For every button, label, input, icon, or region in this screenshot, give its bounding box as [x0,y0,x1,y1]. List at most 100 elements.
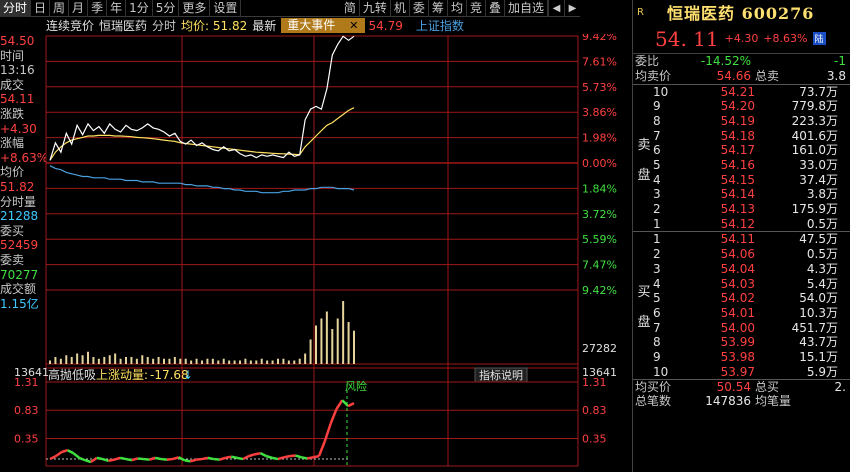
buy-row[interactable]: 9 53.98 15.1万 [633,350,850,365]
weibi-row: 委比 -14.52% -1 [633,54,850,69]
volume-bar [163,358,165,364]
y-tick-label: 5.59% [582,233,617,246]
book-price: 54.12 [720,216,755,231]
period-tab[interactable]: 周 [50,0,70,17]
period-tab[interactable]: 设置 [210,0,242,17]
period-tab[interactable]: 月 [69,0,89,17]
info-panel-item: 分时量 [0,194,37,209]
period-tab[interactable]: 日 [31,0,51,17]
tool-tab[interactable]: 筹 [429,0,448,17]
tool-tab[interactable]: 机 [391,0,410,17]
book-price: 54.13 [720,202,755,217]
volume-bar [201,360,203,364]
close-icon[interactable]: ✕ [349,18,358,33]
volume-bar [108,355,111,364]
sell-row[interactable]: 1 54.12 0.5万 [633,217,850,232]
indicator-line-segment [335,399,344,410]
stock-title: 恒瑞医药 600276 [667,4,815,23]
sell-row[interactable]: 4 54.15 37.4万 [633,173,850,188]
period-tab[interactable]: 分时 [0,0,32,17]
buy-row[interactable]: 2 54.06 0.5万 [633,247,850,262]
volume-bar [304,353,307,364]
indicator-line-segment [277,456,285,461]
sell-row[interactable]: 6 54.17 161.0万 [633,143,850,158]
volume-bar [76,353,79,364]
next-arrow-icon[interactable]: ▶ [564,0,580,17]
buy-row[interactable]: 7 54.00 451.7万 [633,321,850,336]
tool-tab[interactable]: 九转 [360,0,391,17]
index-overlay-label[interactable]: 上证指数 [416,17,464,34]
current-price: 54. 11 [655,26,719,51]
indicator-line-segment [230,455,238,460]
indicator-line-segment [149,456,156,461]
info-panel-item: 委卖 [0,252,25,267]
tool-tab[interactable]: 竞 [467,0,486,17]
buy-row[interactable]: 8 53.99 43.7万 [633,335,850,350]
book-level: 1 [653,216,661,231]
period-tab[interactable]: 1分 [126,0,153,17]
period-tab[interactable]: 季 [88,0,108,17]
prev-arrow-icon[interactable]: ◀ [548,0,564,17]
volume-bar [271,360,274,364]
book-price: 53.98 [720,349,755,364]
book-volume: 47.5万 [799,232,838,247]
indicator-line-segment [207,456,214,461]
book-volume: 15.1万 [799,349,838,364]
y-tick-label: 1.84% [582,182,617,195]
volume-bar [49,360,51,364]
sell-row[interactable]: 5 54.16 33.0万 [633,158,850,173]
info-panel-item: 70277 [0,267,39,282]
indicator-line-segment [201,456,209,461]
period-tab[interactable]: 更多 [179,0,211,17]
buy-row[interactable]: 3 54.04 4.3万 [633,262,850,277]
buy-row[interactable]: 6 54.01 10.3万 [633,306,850,321]
tool-tab[interactable]: 简 [341,0,360,17]
volume-tick-label: 27282 [582,342,617,355]
info-panel-item: +4.30 [0,121,37,136]
sell-row[interactable]: 2 54.13 175.9万 [633,202,850,217]
volume-bar [97,358,100,364]
period-tab[interactable]: 5分 [153,0,180,17]
volume-bar [239,360,241,364]
sell-row[interactable]: 3 54.14 3.8万 [633,187,850,202]
book-volume: 401.6万 [791,128,838,143]
info-panel-item: 时间 [0,48,25,63]
book-price: 54.06 [720,247,755,262]
volume-bar [309,339,312,364]
book-volume: 0.5万 [806,247,838,262]
total-buy-value: 2. [834,380,846,395]
sell-row[interactable]: 10 54.21 73.7万 [633,85,850,100]
buy-row[interactable]: 1 54.11 47.5万 [633,232,850,247]
book-price: 54.14 [720,187,755,202]
sell-row[interactable]: 9 54.20 779.8万 [633,99,850,114]
period-tab[interactable]: 年 [107,0,127,17]
indicator-line-segment [283,454,290,459]
risk-label: 风险 [345,379,367,393]
volume-bar [217,360,220,364]
sell-row[interactable]: 8 54.19 223.3万 [633,114,850,129]
buy-row[interactable]: 5 54.02 54.0万 [633,291,850,306]
indicator-line-segment [289,454,296,458]
sell-row[interactable]: 7 54.18 401.6万 [633,129,850,144]
book-volume: 161.0万 [791,143,838,158]
connect-tag: 陆 [812,32,826,45]
volume-bar [54,357,57,364]
tool-tab[interactable]: 均 [448,0,467,17]
indicator-line-segment [259,452,267,458]
volume-bar [206,358,209,364]
intraday-chart[interactable]: 9.42% 7.61% 5.73% 3.86% 1.98% 0.00% 1.84% 3.72%… [0,34,632,472]
tool-tab[interactable]: 委 [410,0,429,17]
sell-book: 卖 盘 10 54.21 73.7万 9 54.20 779.8万 8 54.19 223.3万… [633,83,850,232]
buy-row[interactable]: 10 53.97 5.9万 [633,365,850,380]
book-level: 2 [653,202,661,217]
buy-row[interactable]: 4 54.03 5.4万 [633,277,850,292]
major-event-tag[interactable]: 重大事件 ✕ [281,18,365,33]
book-level: 8 [653,113,661,128]
volume-bar [125,357,127,364]
trades-row: 总笔数 147836 均笔量 [633,394,850,409]
trades-value: 147836 [705,394,751,409]
tool-tab[interactable]: 加自选 [505,0,548,17]
tool-tab[interactable]: 叠 [486,0,505,17]
weibi-extra: -1 [834,54,846,68]
book-volume: 223.3万 [791,113,838,128]
